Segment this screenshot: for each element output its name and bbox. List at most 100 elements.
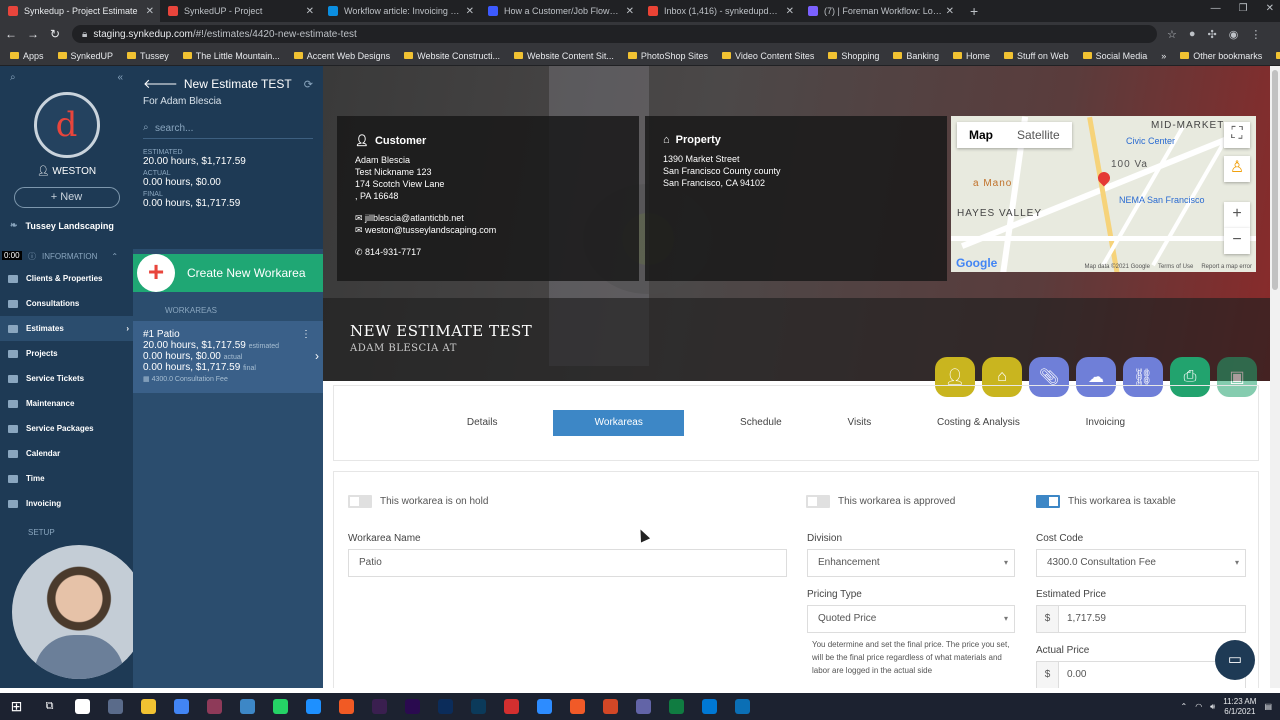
taskbar-app-icon[interactable] xyxy=(396,693,429,720)
tab-visits[interactable]: Visits xyxy=(838,410,882,436)
clock[interactable]: 11:23 AM 6/1/2021 xyxy=(1223,697,1256,717)
close-icon[interactable]: ✕ xyxy=(626,6,634,17)
bookmark-item[interactable]: Stuff on Web xyxy=(1003,51,1069,61)
back-arrow-icon[interactable]: 🡐 xyxy=(143,76,178,92)
taskbar-app-icon[interactable] xyxy=(330,693,363,720)
bookmark-more[interactable]: » xyxy=(1161,51,1166,61)
forward-icon[interactable]: → xyxy=(22,27,44,41)
workarea-name-input[interactable]: Patio xyxy=(348,549,787,577)
pricing-type-select[interactable]: Quoted Price ▾ xyxy=(807,605,1015,633)
taskbar-app-icon[interactable] xyxy=(726,693,759,720)
star-icon[interactable]: ☆ xyxy=(1167,28,1177,41)
tray-arrow-icon[interactable]: ⌃ xyxy=(1180,702,1187,711)
cost-code-select[interactable]: 4300.0 Consultation Fee ▾ xyxy=(1036,549,1246,577)
taskbar-app-icon[interactable] xyxy=(99,693,132,720)
more-options-icon[interactable]: ⋮ xyxy=(301,329,311,340)
bookmark-item[interactable]: PhotoShop Sites xyxy=(627,51,708,61)
map-footer-item[interactable]: Report a map error xyxy=(1201,264,1252,270)
sidebar-item-service-packages[interactable]: Service Packages xyxy=(0,416,133,441)
task-view-icon[interactable]: ⧉ xyxy=(33,693,66,720)
property-map[interactable]: MID-MARKET HAYES VALLEY Civic Center NEM… xyxy=(951,116,1256,272)
search-icon[interactable]: ⌕ xyxy=(10,72,16,83)
taskbar-app-icon[interactable] xyxy=(462,693,495,720)
estimate-search[interactable]: search... xyxy=(143,119,313,139)
sidebar-item-maintenance[interactable]: Maintenance xyxy=(0,391,133,416)
taskbar-app-icon[interactable] xyxy=(561,693,594,720)
menu-icon[interactable]: ⋮ xyxy=(1250,28,1261,41)
taskbar-app-icon[interactable] xyxy=(66,693,99,720)
satellite-tab[interactable]: Satellite xyxy=(1005,122,1072,148)
taskbar-app-icon[interactable] xyxy=(132,693,165,720)
bookmark-item[interactable]: Tussey xyxy=(127,51,169,61)
taskbar-app-icon[interactable] xyxy=(627,693,660,720)
section-setup[interactable]: SETUP xyxy=(0,516,133,537)
minimize-icon[interactable]: — xyxy=(1211,3,1221,14)
bookmark-reading-list[interactable]: Reading list xyxy=(1276,51,1280,61)
approved-toggle[interactable]: This workarea is approved xyxy=(806,495,955,508)
chevron-right-icon[interactable]: › xyxy=(315,349,319,363)
company-selector[interactable]: ❧ Tussey Landscaping xyxy=(0,208,133,231)
collapse-icon[interactable]: « xyxy=(117,72,123,83)
puzzle-icon[interactable]: ✣ xyxy=(1208,28,1217,41)
zoom-out-icon[interactable]: − xyxy=(1224,228,1250,254)
bookmark-other-bookmarks[interactable]: Other bookmarks xyxy=(1180,51,1262,61)
new-tab-icon[interactable]: + xyxy=(960,0,988,22)
wifi-icon[interactable]: ◠ xyxy=(1195,702,1202,711)
taskbar-app-icon[interactable] xyxy=(198,693,231,720)
actual-price-input[interactable]: $0.00 xyxy=(1036,661,1246,688)
sidebar-item-invoicing[interactable]: Invoicing xyxy=(0,491,133,516)
chat-icon[interactable]: ▭ xyxy=(1215,640,1255,680)
customer-phone[interactable]: 814-931-7717 xyxy=(365,247,421,257)
extension-icon[interactable]: ● xyxy=(1189,28,1196,41)
bookmark-item[interactable]: Video Content Sites xyxy=(721,51,814,61)
taskbar-app-icon[interactable] xyxy=(594,693,627,720)
profile-icon[interactable]: ◉ xyxy=(1229,28,1239,41)
tab-workareas[interactable]: Workareas xyxy=(553,410,685,436)
bookmark-item[interactable]: Apps xyxy=(10,51,44,61)
tab-costing-analysis[interactable]: Costing & Analysis xyxy=(927,410,1030,436)
taskbar-app-icon[interactable] xyxy=(495,693,528,720)
browser-tab[interactable]: SynkedUP - Project ✕ xyxy=(160,0,320,22)
section-information[interactable]: 0:00 ⓘ INFORMATION ⌃ xyxy=(0,231,133,262)
refresh-icon[interactable]: ⟳ xyxy=(304,78,313,91)
bookmark-item[interactable]: Website Constructi... xyxy=(404,51,500,61)
browser-tab[interactable]: (7) | Foreman Workflow: Logging ✕ xyxy=(800,0,960,22)
taskbar-app-icon[interactable] xyxy=(429,693,462,720)
estimated-price-input[interactable]: $1,717.59 xyxy=(1036,605,1246,633)
taskbar-app-icon[interactable] xyxy=(297,693,330,720)
windows-start-icon[interactable]: ⊞ xyxy=(0,693,33,720)
taskbar-app-icon[interactable] xyxy=(264,693,297,720)
close-icon[interactable]: ✕ xyxy=(946,6,954,17)
fullscreen-icon[interactable]: ⛶ xyxy=(1224,122,1250,148)
close-window-icon[interactable]: ✕ xyxy=(1266,3,1274,14)
back-icon[interactable]: ← xyxy=(0,27,22,41)
taskbar-app-icon[interactable] xyxy=(660,693,693,720)
new-button[interactable]: + New xyxy=(13,187,120,208)
map-footer-item[interactable]: Terms of Use xyxy=(1158,264,1193,270)
sidebar-item-estimates[interactable]: Estimates › xyxy=(0,316,133,341)
taskbar-app-icon[interactable] xyxy=(363,693,396,720)
map-tab[interactable]: Map xyxy=(957,122,1005,148)
browser-tab[interactable]: Synkedup - Project Estimate ✕ xyxy=(0,0,160,22)
bookmark-item[interactable]: Social Media xyxy=(1082,51,1147,61)
page-scrollbar[interactable] xyxy=(1270,66,1280,688)
browser-tab[interactable]: Workflow article: Invoicing on W ✕ xyxy=(320,0,480,22)
close-icon[interactable]: ✕ xyxy=(466,6,474,17)
reload-icon[interactable]: ↻ xyxy=(44,27,66,41)
sidebar-item-service-tickets[interactable]: Service Tickets xyxy=(0,366,133,391)
url-field[interactable]: 🔒︎ staging.synkedup.com/#!/estimates/442… xyxy=(72,25,1157,43)
bookmark-item[interactable]: Accent Web Designs xyxy=(293,51,390,61)
sidebar-item-consultations[interactable]: Consultations xyxy=(0,291,133,316)
customer-email-2[interactable]: weston@tusseylandscaping.com xyxy=(365,225,496,235)
tab-invoicing[interactable]: Invoicing xyxy=(1076,410,1135,436)
browser-tab[interactable]: Inbox (1,416) - synkedupdev@g ✕ xyxy=(640,0,800,22)
bookmark-item[interactable]: SynkedUP xyxy=(57,51,113,61)
user-name[interactable]: 👤︎ WESTON xyxy=(0,166,133,177)
zoom-in-icon[interactable]: + xyxy=(1224,202,1250,228)
pegman-icon[interactable]: ♙ xyxy=(1224,156,1250,182)
sidebar-item-time[interactable]: Time xyxy=(0,466,133,491)
close-icon[interactable]: ✕ xyxy=(786,6,794,17)
taskbar-app-icon[interactable] xyxy=(165,693,198,720)
maximize-icon[interactable]: ❐ xyxy=(1239,3,1248,14)
division-select[interactable]: Enhancement ▾ xyxy=(807,549,1015,577)
